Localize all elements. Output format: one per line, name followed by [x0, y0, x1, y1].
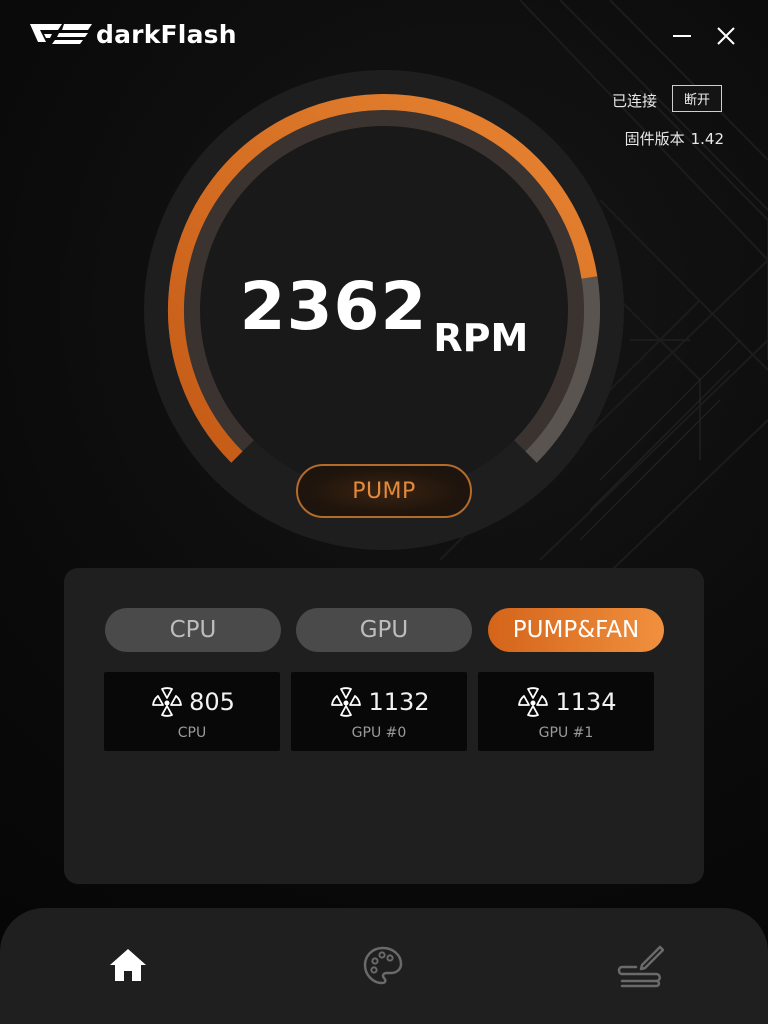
fan-card-row: 1134 [478, 684, 654, 720]
close-button[interactable] [712, 22, 740, 50]
fan-card-row: 805 [104, 684, 280, 720]
edit-icon [617, 945, 664, 988]
fan-card-gpu0: 1132 GPU #0 [291, 672, 467, 751]
fan-card-gpu1: 1134 GPU #1 [478, 672, 654, 751]
tab-cpu[interactable]: CPU [105, 608, 281, 652]
fan-card-row: 1132 [291, 684, 467, 720]
nav-settings-button[interactable] [612, 936, 668, 996]
home-icon [110, 949, 146, 981]
nav-home-button[interactable] [100, 936, 156, 996]
fan-label: GPU #1 [538, 725, 594, 741]
tab-gpu[interactable]: GPU [296, 608, 472, 652]
fan-icon [518, 687, 549, 717]
app-window: darkFlash 已连接 断开 固件版本 1.42 2362 RPM PUMP… [0, 0, 768, 1024]
rpm-readout: 2362 RPM [144, 268, 624, 360]
firmware-number: 1.42 [690, 130, 724, 148]
fan-label: CPU [177, 725, 207, 741]
disconnect-button[interactable]: 断开 [672, 85, 722, 112]
palette-icon [363, 946, 403, 985]
fan-label: GPU #0 [351, 725, 407, 741]
fan-icon [331, 687, 362, 717]
brand: darkFlash [28, 18, 237, 50]
firmware-label: 固件版本 [624, 130, 685, 148]
rpm-value: 2362 [239, 268, 428, 345]
fan-icon [152, 687, 182, 717]
firmware-version: 固件版本 1.42 [619, 128, 724, 149]
fan-card-cpu: 805 CPU [104, 672, 280, 751]
fan-value: 1134 [555, 688, 617, 716]
darkflash-logo-icon [30, 24, 92, 44]
minimize-button[interactable] [668, 22, 696, 50]
pump-mode-button[interactable]: PUMP [296, 464, 472, 518]
rpm-unit: RPM [433, 316, 529, 360]
close-icon [717, 27, 735, 45]
tab-pump-fan[interactable]: PUMP&FAN [488, 608, 664, 652]
nav-lighting-button[interactable] [355, 936, 411, 996]
brand-name: darkFlash [96, 19, 237, 49]
fan-value: 1132 [368, 688, 430, 716]
fan-value: 805 [189, 688, 235, 716]
minimize-icon [673, 35, 691, 37]
